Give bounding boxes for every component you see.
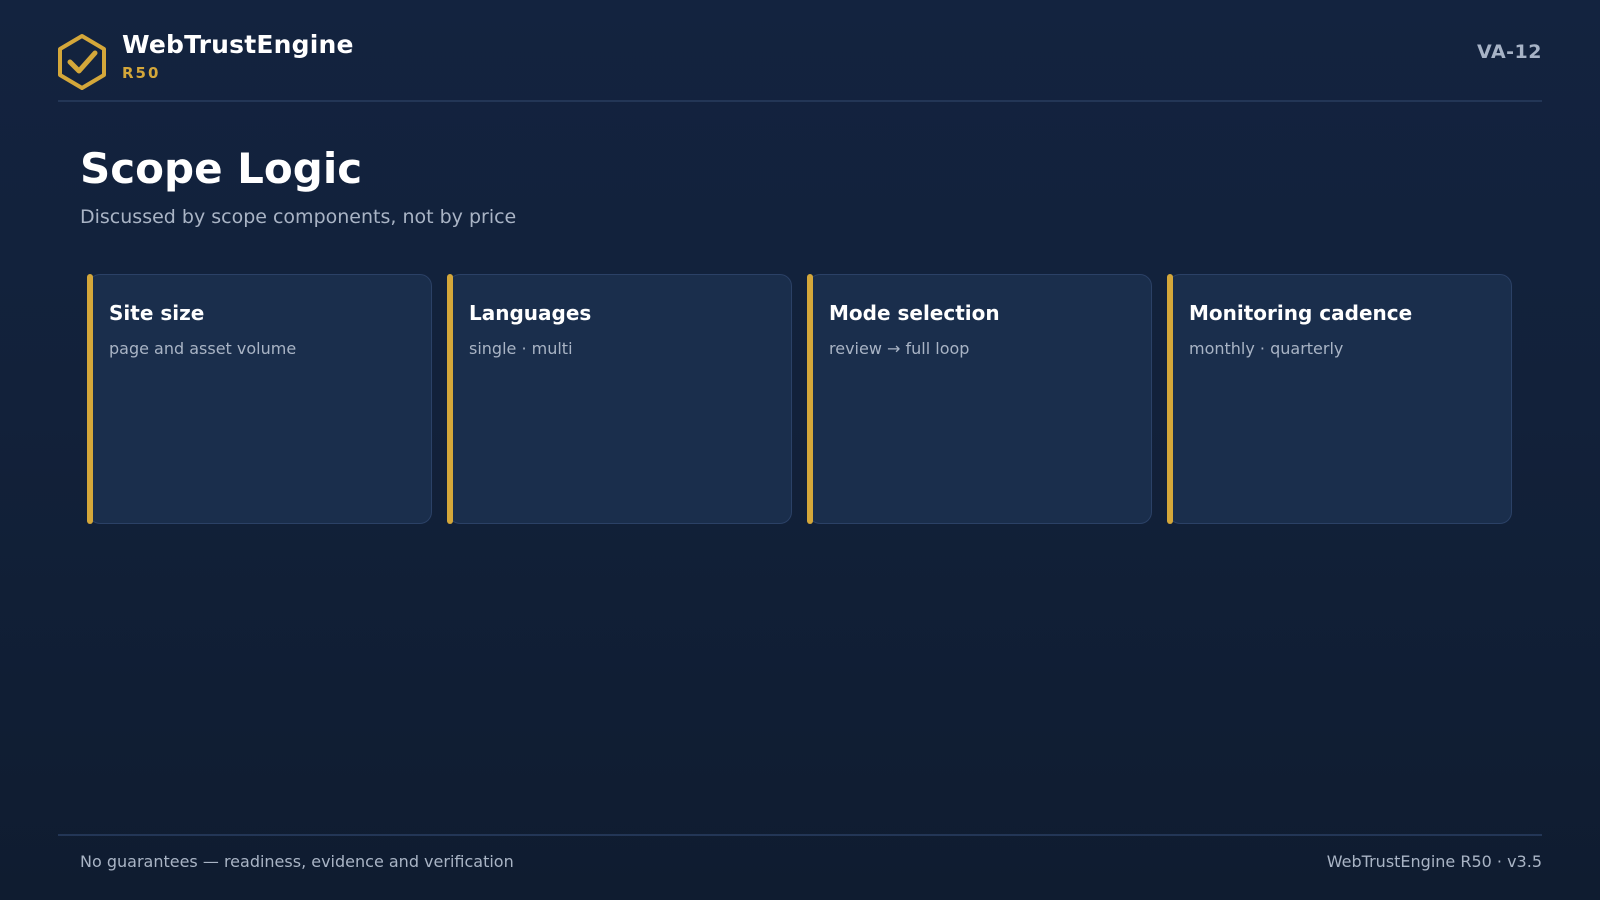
card-site-size: Site size page and asset volume [87, 274, 432, 524]
card-monitoring-cadence: Monitoring cadence monthly · quarterly [1167, 274, 1512, 524]
footer-divider [58, 834, 1542, 836]
scope-cards: Site size page and asset volume Language… [87, 274, 1512, 526]
header: WebTrustEngine R50 VA-12 [56, 30, 1542, 100]
header-divider [58, 100, 1542, 102]
card-accent-bar [807, 274, 813, 524]
page-title: Scope Logic [80, 144, 363, 193]
card-accent-bar [1167, 274, 1173, 524]
card-title: Site size [109, 301, 205, 325]
card-title: Mode selection [829, 301, 1000, 325]
card-languages: Languages single · multi [447, 274, 792, 524]
card-description: review → full loop [829, 339, 970, 358]
document-code: VA-12 [1477, 41, 1542, 63]
card-mode-selection: Mode selection review → full loop [807, 274, 1152, 524]
footer-disclaimer: No guarantees — readiness, evidence and … [80, 852, 514, 871]
logo-checkmark [67, 50, 98, 74]
card-accent-bar [87, 274, 93, 524]
card-title: Monitoring cadence [1189, 301, 1413, 325]
card-title: Languages [469, 301, 592, 325]
hexagon-check-icon [56, 33, 108, 91]
card-description: single · multi [469, 339, 573, 358]
logo-hexagon [58, 34, 106, 90]
brand-name: WebTrustEngine [122, 30, 354, 59]
card-description: page and asset volume [109, 339, 297, 358]
brand-subtitle: R50 [122, 64, 161, 82]
card-description: monthly · quarterly [1189, 339, 1344, 358]
card-accent-bar [447, 274, 453, 524]
footer-version: WebTrustEngine R50 · v3.5 [1326, 852, 1542, 871]
page-subtitle: Discussed by scope components, not by pr… [80, 206, 517, 228]
